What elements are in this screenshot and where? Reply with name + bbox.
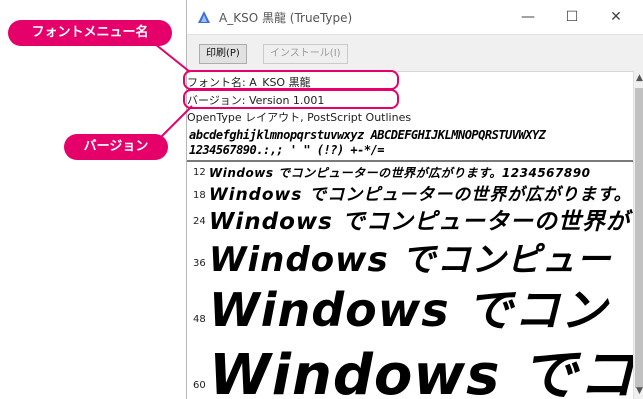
sample-row: 48 Windows でコン bbox=[187, 274, 633, 337]
window-title: A_KSO 黒龍 (TrueType) bbox=[219, 11, 353, 25]
charset-line-2: 1234567890.:,; ' " (!?) +-*/= bbox=[189, 143, 385, 157]
sample-row: 60 Windows でコ bbox=[187, 330, 633, 399]
print-button[interactable]: 印刷(P) bbox=[199, 44, 247, 64]
toolbar: 印刷(P) インストール(I) bbox=[187, 34, 643, 72]
font-menu-name-callout: フォントメニュー名 bbox=[8, 20, 172, 46]
font-name-highlight bbox=[183, 70, 399, 90]
scroll-up-arrow-icon[interactable]: ▲ bbox=[634, 73, 643, 83]
divider bbox=[187, 160, 633, 162]
charset-line-1: abcdefghijklmnopqrstuvwxyz ABCDEFGHIJKLM… bbox=[189, 128, 546, 142]
sample-row: 24 Windows でコンピューターの世界が bbox=[187, 202, 633, 235]
title-bar: A_KSO 黒龍 (TrueType) — ☐ ✕ bbox=[187, 0, 643, 34]
sample-size-label: 60 bbox=[193, 380, 206, 391]
scroll-down-arrow-icon[interactable]: ▼ bbox=[634, 386, 643, 396]
sample-size-label: 24 bbox=[193, 216, 206, 227]
sample-text: Windows でコンピューターの世界が bbox=[209, 209, 630, 235]
version-callout: バージョン bbox=[64, 134, 168, 160]
install-button[interactable]: インストール(I) bbox=[263, 44, 348, 64]
vertical-scrollbar[interactable]: ▲ ▼ bbox=[633, 70, 643, 399]
sample-text: Windows でコンピューターの世界が広がります。1234567890 bbox=[209, 166, 591, 180]
maximize-button[interactable]: ☐ bbox=[557, 4, 587, 30]
sample-size-label: 18 bbox=[193, 190, 206, 201]
scroll-thumb[interactable] bbox=[635, 88, 643, 388]
sample-size-label: 36 bbox=[193, 258, 206, 269]
preview-content: フォント名: A_KSO 黒龍 バージョン: Version 1.001 Ope… bbox=[187, 70, 633, 399]
minimize-button[interactable]: — bbox=[513, 4, 543, 30]
sample-row: 18 Windows でコンピューターの世界が広がります。 bbox=[187, 180, 633, 205]
close-button[interactable]: ✕ bbox=[601, 4, 631, 30]
sample-row: 12 Windows でコンピューターの世界が広がります。1234567890 bbox=[187, 164, 633, 180]
font-type-text: OpenType レイアウト, PostScript Outlines bbox=[187, 111, 412, 124]
sample-size-label: 48 bbox=[193, 314, 206, 325]
sample-text: Windows でコ bbox=[209, 343, 633, 399]
sample-size-label: 12 bbox=[193, 167, 206, 178]
font-app-icon bbox=[198, 11, 210, 23]
version-highlight bbox=[183, 89, 399, 109]
font-preview-window: A_KSO 黒龍 (TrueType) — ☐ ✕ 印刷(P) インストール(I… bbox=[186, 0, 643, 399]
sample-row: 36 Windows でコンピュー bbox=[187, 232, 633, 280]
